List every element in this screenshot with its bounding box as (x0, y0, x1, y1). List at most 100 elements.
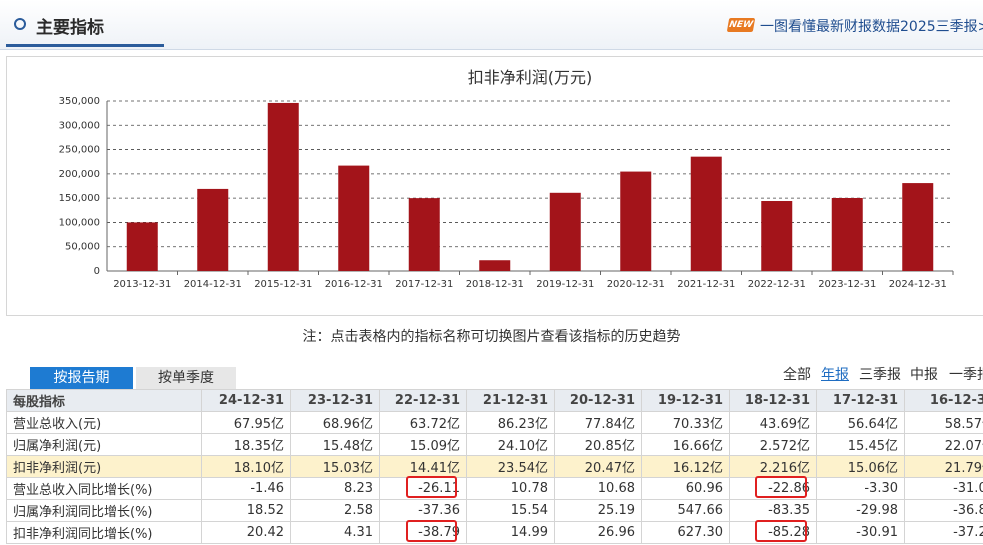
new-badge: NEW (726, 18, 756, 32)
x-tick-label: 2023-12-31 (818, 279, 876, 290)
red-highlight-box (406, 520, 457, 542)
value-cell: -31.09 (904, 477, 983, 500)
header-cell: 16-12-31 (904, 389, 983, 412)
x-tick-label: 2018-12-31 (466, 279, 524, 290)
value-cell: 2.572亿 (729, 433, 817, 456)
value-cell: 2.58 (290, 499, 380, 522)
header-cell: 22-12-31 (379, 389, 467, 412)
value-cell: 15.06亿 (816, 455, 905, 478)
value-cell: 18.10亿 (201, 455, 291, 478)
x-tick-label: 2017-12-31 (395, 279, 453, 290)
value-cell: 15.45亿 (816, 433, 905, 456)
table-row: 营业总收入同比增长(%) -1.46 8.23 -26.11 10.78 10.68 60.… (6, 477, 983, 500)
value-cell: 10.68 (554, 477, 642, 500)
indicator-name-cell[interactable]: 营业总收入(元) (6, 411, 202, 434)
value-cell: 16.66亿 (641, 433, 730, 456)
indicator-name-cell[interactable]: 扣非净利润(元) (6, 455, 202, 478)
value-cell: 86.23亿 (466, 411, 555, 434)
period-annual[interactable]: 年报 (821, 364, 849, 384)
indicator-table: 每股指标 24-12-31 23-12-31 22-12-31 21-12-31… (6, 389, 983, 544)
indicator-name-cell[interactable]: 扣非净利润同比增长(%) (6, 521, 202, 544)
bar (690, 156, 722, 271)
tab-by-quarter[interactable]: 按单季度 (136, 367, 236, 389)
value-cell: 77.84亿 (554, 411, 642, 434)
value-cell: 14.99 (466, 521, 555, 544)
bar (902, 183, 934, 271)
section-header: 主要指标 NEW 一图看懂最新财报数据2025三季报>> (0, 0, 983, 50)
y-tick-label: 150,000 (59, 193, 100, 204)
value-cell: 4.31 (290, 521, 380, 544)
x-tick-label: 2013-12-31 (113, 279, 171, 290)
value-cell: 58.57亿 (904, 411, 983, 434)
table-row: 扣非净利润(元) 18.10亿 15.03亿 14.41亿 23.54亿 20.47亿 16… (6, 455, 983, 478)
chart-title: 扣非净利润(万元) (468, 68, 593, 87)
x-tick-label: 2020-12-31 (607, 279, 665, 290)
chart-panel: 扣非净利润(万元) 0 50,000 100,000 150,000 200,000 250… (6, 56, 983, 316)
value-cell: -30.91 (816, 521, 905, 544)
bar (338, 165, 370, 271)
tab-by-report-period[interactable]: 按报告期 (30, 367, 133, 389)
value-cell: 67.95亿 (201, 411, 291, 434)
period-all[interactable]: 全部 (783, 364, 811, 384)
red-highlight-box (755, 476, 807, 498)
value-cell: 627.30 (641, 521, 730, 544)
value-cell: 15.03亿 (290, 455, 380, 478)
period-interim[interactable]: 中报 (910, 364, 938, 384)
value-cell: 21.79亿 (904, 455, 983, 478)
x-tick-label: 2022-12-31 (748, 279, 806, 290)
value-cell: 18.35亿 (201, 433, 291, 456)
bar (620, 171, 652, 271)
y-tick-label: 50,000 (65, 242, 100, 253)
x-tick-label: 2024-12-31 (889, 279, 947, 290)
bar-chart: 扣非净利润(万元) 0 50,000 100,000 150,000 200,000 250… (59, 68, 954, 290)
header-cell: 每股指标 (6, 389, 202, 412)
y-tick-label: 250,000 (59, 145, 100, 156)
value-cell: 15.09亿 (379, 433, 467, 456)
indicator-name-cell[interactable]: 归属净利润(元) (6, 433, 202, 456)
header-cell: 17-12-31 (816, 389, 905, 412)
indicator-name-cell[interactable]: 营业总收入同比增长(%) (6, 477, 202, 500)
circle-bullet-icon (14, 18, 26, 30)
value-cell: 24.10亿 (466, 433, 555, 456)
table-row: 营业总收入(元) 67.95亿 68.96亿 63.72亿 86.23亿 77.84亿 70… (6, 411, 983, 434)
bar (479, 260, 511, 271)
header-cell: 20-12-31 (554, 389, 642, 412)
red-highlight-box (406, 476, 457, 498)
value-cell: 15.48亿 (290, 433, 380, 456)
table-header-row: 每股指标 24-12-31 23-12-31 22-12-31 21-12-31… (6, 389, 983, 412)
bar (126, 222, 158, 271)
value-cell: 14.41亿 (379, 455, 467, 478)
period-q1[interactable]: 一季报 (949, 364, 983, 384)
value-cell: -36.84 (904, 499, 983, 522)
value-cell: 56.64亿 (816, 411, 905, 434)
value-cell: -29.98 (816, 499, 905, 522)
x-tick-label: 2019-12-31 (536, 279, 594, 290)
y-tick-label: 300,000 (59, 120, 100, 131)
bar (408, 198, 440, 271)
red-highlight-box (755, 520, 807, 542)
chart-note: 注：点击表格内的指标名称可切换图片查看该指标的历史趋势 (302, 329, 681, 345)
y-tick-label: 100,000 (59, 217, 100, 228)
value-cell: 20.42 (201, 521, 291, 544)
report-link[interactable]: 一图看懂最新财报数据2025三季报>> (760, 16, 983, 36)
period-q3[interactable]: 三季报 (859, 364, 901, 384)
value-cell: 8.23 (290, 477, 380, 500)
value-cell: 63.72亿 (379, 411, 467, 434)
y-tick-label: 0 (94, 266, 100, 277)
bar (197, 188, 229, 271)
table-row: 归属净利润同比增长(%) 18.52 2.58 -37.36 15.54 25.19 547… (6, 499, 983, 522)
value-cell: -37.23 (904, 521, 983, 544)
header-cell: 18-12-31 (729, 389, 817, 412)
value-cell: 43.69亿 (729, 411, 817, 434)
value-cell: 23.54亿 (466, 455, 555, 478)
value-cell: 60.96 (641, 477, 730, 500)
x-tick-label: 2015-12-31 (254, 279, 312, 290)
value-cell: 15.54 (466, 499, 555, 522)
value-cell: 20.47亿 (554, 455, 642, 478)
value-cell: -83.35 (729, 499, 817, 522)
y-tick-label: 350,000 (59, 96, 100, 107)
value-cell: 16.12亿 (641, 455, 730, 478)
value-cell: -3.30 (816, 477, 905, 500)
y-tick-label: 200,000 (59, 169, 100, 180)
indicator-name-cell[interactable]: 归属净利润同比增长(%) (6, 499, 202, 522)
